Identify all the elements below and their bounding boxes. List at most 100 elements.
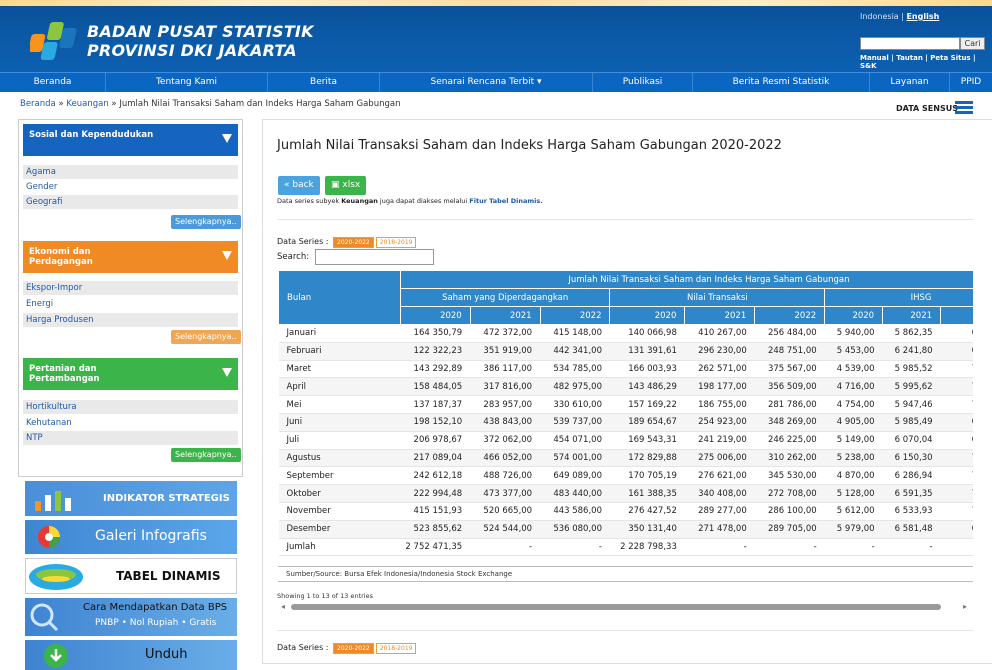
table-cell: 289 705,00 (754, 520, 825, 539)
org-title[interactable]: BADAN PUSAT STATISTIK PROVINSI DKI JAKAR… (87, 22, 314, 60)
col-header-year[interactable]: 2022 (754, 306, 826, 325)
table-cell: 158 484,05 (400, 377, 471, 397)
series-2020-2022-tab[interactable]: 2020-2022 (333, 237, 374, 248)
sidebar-item-ntp[interactable]: NTP (23, 431, 238, 445)
lang-english-link[interactable]: English (906, 12, 939, 21)
breadcrumb-home[interactable]: Beranda (20, 99, 56, 109)
sidebar-item-harga-produsen[interactable]: Harga Produsen (23, 313, 238, 327)
table-cell: 4 870,00 (824, 466, 883, 486)
chevron-down-icon (222, 134, 232, 143)
sidebar-item-gender[interactable]: Gender (23, 180, 238, 194)
scroll-right-icon[interactable]: ▸ (963, 602, 967, 611)
table-row: Februari 122 322,23 351 919,00 442 341,00 13… (278, 342, 973, 361)
tabel-dinamis-link[interactable]: Fitur Tabel Dinamis. (469, 197, 542, 205)
header-search-button[interactable]: Cari (960, 37, 985, 50)
col-header-year[interactable]: 2021 (684, 306, 756, 325)
lang-indonesia-link[interactable]: Indonesia (860, 12, 899, 21)
sidebar-item-energi[interactable]: Energi (23, 297, 238, 311)
table-cell: 340 408,00 (684, 484, 755, 503)
nav-publikasi[interactable]: Publikasi (593, 73, 693, 92)
horizontal-scrollbar[interactable]: ◂ ▸ (277, 601, 973, 613)
selengkapnya-pertanian-button[interactable]: Selengkapnya.. (171, 448, 241, 462)
note-text-c: juga dapat diakses melalui (377, 197, 470, 205)
sidebar-item-geografi[interactable]: Geografi (23, 195, 238, 209)
col-header-year[interactable]: 2021 (882, 306, 942, 325)
table-cell: 5 947,46 (882, 395, 941, 414)
table-cell: 262 571,00 (684, 360, 755, 379)
bar-chart-icon (35, 491, 71, 511)
table-cell: 454 071,00 (540, 431, 610, 450)
series-2018-2019-tab[interactable]: 2018-2019 (375, 643, 417, 654)
nav-beranda[interactable]: Beranda (0, 73, 106, 92)
banner-unduh[interactable]: Unduh (25, 640, 237, 670)
header-search-input[interactable] (860, 37, 960, 50)
col-header-year[interactable]: 2020 (609, 306, 686, 325)
table-row: April 158 484,05 317 816,00 482 975,00 143 4… (278, 377, 973, 397)
table-cell: 4 905,00 (824, 413, 883, 432)
sidebar-item-ekspor-impor[interactable]: Ekspor-Impor (23, 281, 238, 295)
subgroup-saham: Saham yang Diperdagangkan (399, 288, 611, 307)
source-note: Sumber/Source: Bursa Efek Indonesia/Indo… (278, 566, 973, 582)
bps-logo-icon[interactable] (30, 14, 86, 64)
table-cell: 131 391,61 (609, 342, 685, 361)
data-sensus-label[interactable]: DATA SENSUS (896, 104, 958, 113)
scroll-left-icon[interactable]: ◂ (281, 602, 285, 611)
sidebar-category-pertanian[interactable]: Pertanian dan Pertambangan (23, 358, 238, 390)
menu-hamburger-icon[interactable] (955, 101, 973, 115)
series-2020-2022-tab[interactable]: 2020-2022 (333, 643, 374, 654)
col-header-year[interactable]: 2021 (469, 306, 541, 325)
table-cell: 7 081,31 (940, 502, 973, 521)
table-cell: 4 539,00 (824, 360, 883, 379)
sidebar-category-ekonomi[interactable]: Ekonomi dan Perdagangan (23, 241, 238, 273)
table-cell: - (754, 538, 825, 557)
col-header-year[interactable]: 2020 (824, 306, 884, 325)
banner-cara-mendapatkan-data[interactable]: Cara Mendapatkan Data BPS PNBP • Nol Rup… (25, 598, 237, 636)
table-search-label: Search: (277, 252, 310, 262)
nav-layanan[interactable]: Layanan (870, 73, 950, 92)
download-icon (44, 644, 68, 668)
series-2018-2019-tab[interactable]: 2018-2019 (375, 237, 417, 248)
xlsx-download-button[interactable]: ▣ xlsx (325, 176, 367, 195)
breadcrumb-section[interactable]: Keuangan (66, 99, 108, 109)
table-cell: 122 322,23 (400, 342, 471, 361)
table-cell: - (684, 538, 755, 557)
banner-tabel-dinamis[interactable]: TABEL DINAMIS (25, 558, 237, 594)
banner-cara-line2: PNBP • Nol Rupiah • Gratis (95, 618, 217, 628)
col-header-year[interactable]: 2022 (539, 306, 611, 325)
banner-galeri-infografis[interactable]: Galeri Infografis (25, 520, 237, 554)
row-month-cell: Januari (278, 324, 401, 343)
nav-brs[interactable]: Berita Resmi Statistik (693, 73, 870, 92)
chevron-down-icon (222, 368, 232, 377)
nav-ppid[interactable]: PPID (950, 73, 992, 92)
table-cell: 386 117,00 (470, 360, 541, 379)
table-row: Agustus 217 089,04 466 052,00 574 001,00 172… (278, 449, 973, 468)
nav-tentang-kami[interactable]: Tentang Kami (106, 73, 268, 92)
nav-berita[interactable]: Berita (268, 73, 380, 92)
breadcrumb: Beranda » Keuangan » Jumlah Nilai Transa… (20, 99, 400, 109)
nav-senarai[interactable]: Senarai Rencana Terbit ▾ (380, 73, 593, 92)
col-header-year[interactable]: 2022 (940, 306, 973, 325)
selengkapnya-ekonomi-button[interactable]: Selengkapnya.. (171, 330, 241, 344)
back-button[interactable]: « back (278, 176, 320, 195)
table-cell: 5 149,00 (824, 431, 883, 450)
header-links[interactable]: Manual | Tautan | Peta Situs | S&K (860, 54, 992, 70)
col-header-bulan[interactable]: Bulan (278, 270, 401, 325)
sidebar-category-sosial[interactable]: Sosial dan Kependudukan (23, 124, 238, 156)
scrollbar-thumb[interactable] (291, 604, 941, 610)
table-cell: 524 544,00 (470, 520, 541, 539)
table-cell: 5 238,00 (824, 449, 883, 468)
table-cell: 161 388,35 (609, 484, 685, 503)
sidebar-item-agama[interactable]: Agama (23, 165, 238, 179)
table-cell: 143 486,29 (609, 377, 685, 397)
table-cell: 6 150,30 (882, 449, 941, 468)
selengkapnya-sosial-button[interactable]: Selengkapnya.. (171, 215, 241, 229)
table-cell: 271 478,00 (684, 520, 755, 539)
col-header-year[interactable]: 2020 (399, 306, 471, 325)
sidebar-item-hortikultura[interactable]: Hortikultura (23, 400, 238, 414)
row-month-cell: November (278, 502, 401, 521)
table-search-input[interactable] (315, 249, 434, 265)
banner-indikator-strategis[interactable]: INDIKATOR STRATEGIS (25, 481, 237, 516)
sidebar-item-kehutanan[interactable]: Kehutanan (23, 416, 238, 430)
table-cell: 6 631,15 (940, 324, 973, 343)
table-row: Oktober 222 994,48 473 377,00 483 440,00 161… (278, 484, 973, 503)
